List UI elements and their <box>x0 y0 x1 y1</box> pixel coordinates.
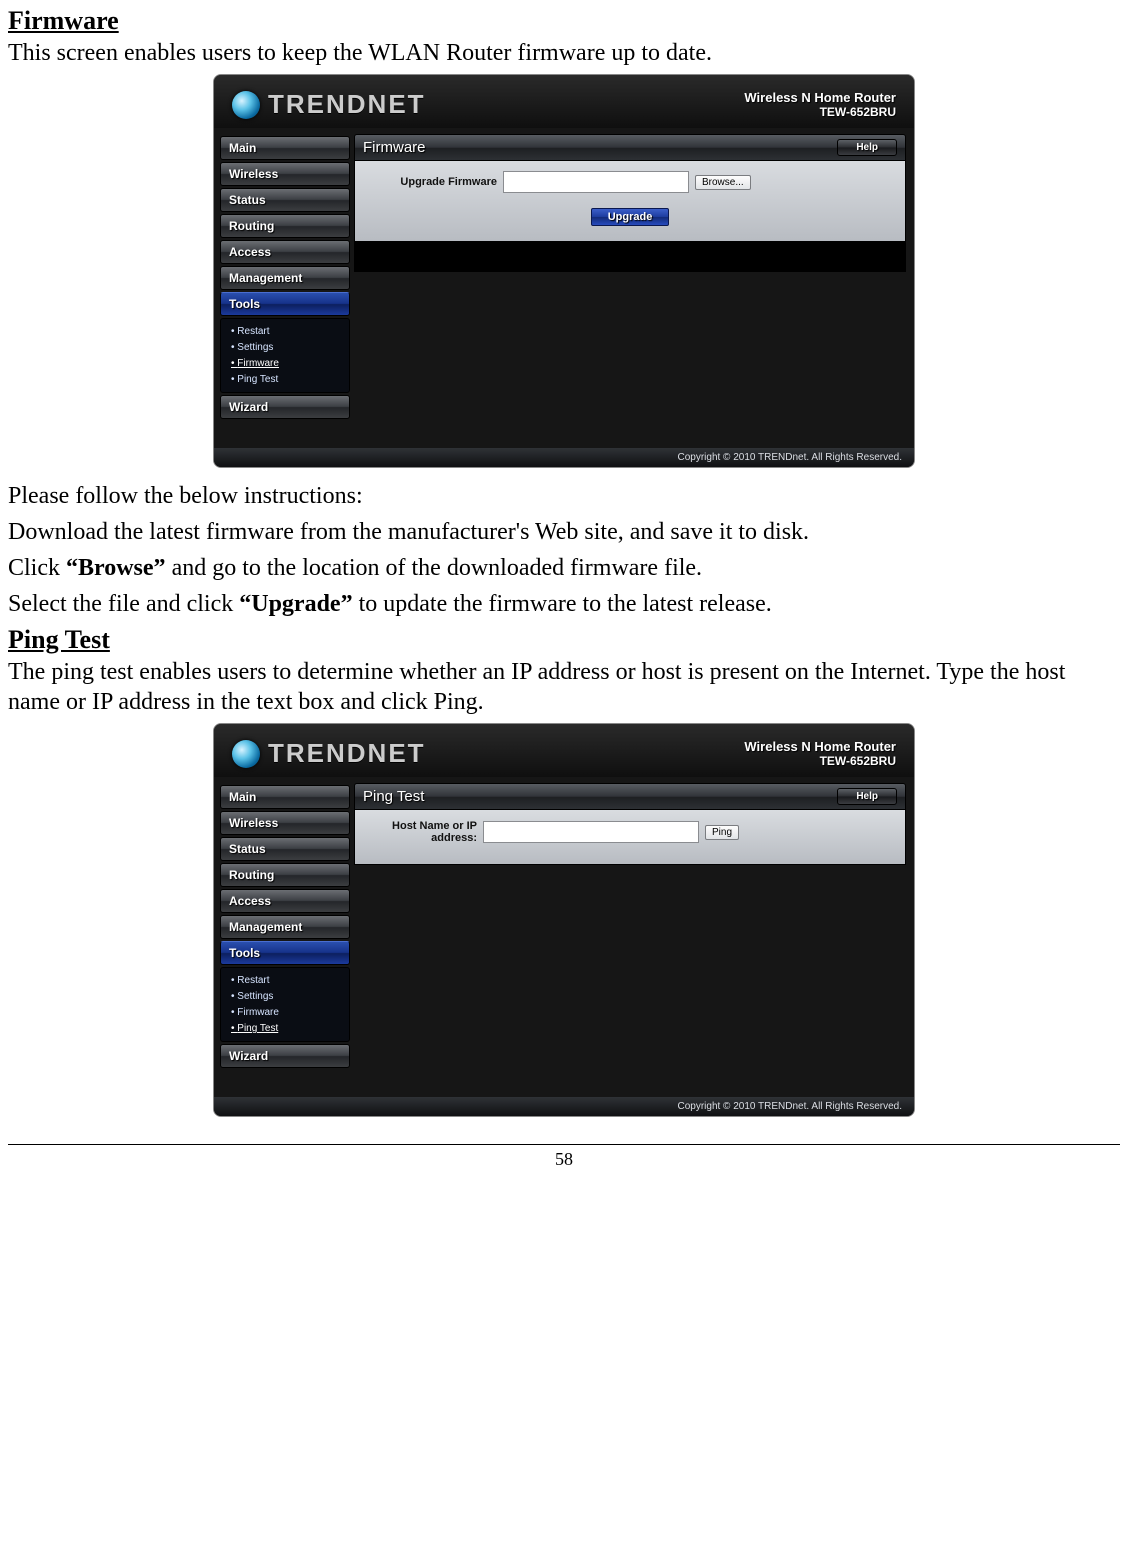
browse-button[interactable]: Browse... <box>695 175 751 190</box>
router-ui-firmware: TRENDNET Wireless N Home Router TEW-652B… <box>213 74 915 468</box>
nav-column: Main Wireless Status Routing Access Mana… <box>214 128 350 448</box>
step-select-bold: “Upgrade” <box>239 591 352 617</box>
nav-routing-2[interactable]: Routing <box>220 863 350 887</box>
ping-heading: Ping Test <box>8 625 1120 655</box>
brand-text: TRENDNET <box>268 89 426 120</box>
nav-wireless-2[interactable]: Wireless <box>220 811 350 835</box>
nav-main[interactable]: Main <box>220 136 350 160</box>
ping-host-label: Host Name or IP address: <box>367 820 477 844</box>
step-select: Select the file and click “Upgrade” to u… <box>8 589 1120 619</box>
firmware-heading: Firmware <box>8 6 1120 36</box>
firmware-panel-body: Upgrade Firmware Browse... Upgrade <box>354 161 906 242</box>
step-download: Download the latest firmware from the ma… <box>8 517 1120 547</box>
sub-settings[interactable]: Settings <box>221 340 349 355</box>
instructions-lead: Please follow the below instructions: <box>8 481 1120 511</box>
brand-text-2: TRENDNET <box>268 738 426 769</box>
sub-settings-2[interactable]: Settings <box>221 989 349 1004</box>
step-click-prefix: Click <box>8 555 66 581</box>
ping-screenshot: TRENDNET Wireless N Home Router TEW-652B… <box>8 723 1120 1124</box>
router-header: TRENDNET Wireless N Home Router TEW-652B… <box>214 75 914 128</box>
ping-host-row: Host Name or IP address: Ping <box>367 820 893 844</box>
tools-submenu: Restart Settings Firmware Ping Test <box>220 318 350 393</box>
ping-intro-text: The ping test enables users to determine… <box>8 657 1120 717</box>
panel-spacer <box>354 242 906 272</box>
step-select-prefix: Select the file and click <box>8 591 239 617</box>
sub-ping-test-2[interactable]: Ping Test <box>221 1021 349 1036</box>
nav-wizard-2[interactable]: Wizard <box>220 1044 350 1068</box>
product-title: Wireless N Home Router <box>744 90 896 105</box>
firmware-intro-text: This screen enables users to keep the WL… <box>8 38 1120 68</box>
sub-restart[interactable]: Restart <box>221 324 349 339</box>
upgrade-firmware-label: Upgrade Firmware <box>367 176 497 188</box>
router-footer-2: Copyright © 2010 TRENDnet. All Rights Re… <box>214 1097 914 1116</box>
help-button-2[interactable]: Help <box>837 788 897 805</box>
brand-logo-2: TRENDNET <box>232 738 426 769</box>
page-number: 58 <box>8 1149 1120 1170</box>
brand-logo: TRENDNET <box>232 89 426 120</box>
router-header-2: TRENDNET Wireless N Home Router TEW-652B… <box>214 724 914 777</box>
sub-ping-test[interactable]: Ping Test <box>221 372 349 387</box>
nav-wizard[interactable]: Wizard <box>220 395 350 419</box>
sub-firmware-2[interactable]: Firmware <box>221 1005 349 1020</box>
firmware-file-input[interactable] <box>503 171 689 193</box>
nav-main-2[interactable]: Main <box>220 785 350 809</box>
step-click-bold: “Browse” <box>66 555 166 581</box>
brand-orb-icon-2 <box>232 740 260 768</box>
nav-wireless[interactable]: Wireless <box>220 162 350 186</box>
router-footer: Copyright © 2010 TRENDnet. All Rights Re… <box>214 448 914 467</box>
nav-status[interactable]: Status <box>220 188 350 212</box>
nav-column-2: Main Wireless Status Routing Access Mana… <box>214 777 350 1097</box>
upgrade-row: Upgrade <box>367 199 893 227</box>
brand-orb-icon <box>232 91 260 119</box>
router-body-2: Main Wireless Status Routing Access Mana… <box>214 777 914 1097</box>
page-rule <box>8 1144 1120 1145</box>
content-column: Firmware Help Upgrade Firmware Browse...… <box>350 128 914 448</box>
step-select-suffix: to update the firmware to the latest rel… <box>353 591 772 617</box>
product-info-2: Wireless N Home Router TEW-652BRU <box>744 739 896 768</box>
upgrade-firmware-row: Upgrade Firmware Browse... <box>367 171 893 193</box>
sub-firmware[interactable]: Firmware <box>221 356 349 371</box>
step-click-suffix: and go to the location of the downloaded… <box>166 555 703 581</box>
tools-submenu-2: Restart Settings Firmware Ping Test <box>220 967 350 1042</box>
nav-routing[interactable]: Routing <box>220 214 350 238</box>
nav-tools[interactable]: Tools <box>220 292 350 316</box>
upgrade-button[interactable]: Upgrade <box>591 208 670 226</box>
panel-title-2: Ping Test <box>363 788 424 805</box>
step-click: Click “Browse” and go to the location of… <box>8 553 1120 583</box>
panel-title-bar: Firmware Help <box>354 134 906 161</box>
help-button[interactable]: Help <box>837 139 897 156</box>
nav-access[interactable]: Access <box>220 240 350 264</box>
content-column-2: Ping Test Help Host Name or IP address: … <box>350 777 914 1097</box>
product-model: TEW-652BRU <box>744 105 896 119</box>
ping-panel-body: Host Name or IP address: Ping <box>354 810 906 865</box>
nav-access-2[interactable]: Access <box>220 889 350 913</box>
router-body: Main Wireless Status Routing Access Mana… <box>214 128 914 448</box>
panel-title: Firmware <box>363 139 426 156</box>
nav-management[interactable]: Management <box>220 266 350 290</box>
product-model-2: TEW-652BRU <box>744 754 896 768</box>
nav-status-2[interactable]: Status <box>220 837 350 861</box>
firmware-screenshot: TRENDNET Wireless N Home Router TEW-652B… <box>8 74 1120 475</box>
ping-button[interactable]: Ping <box>705 825 739 840</box>
ping-host-input[interactable] <box>483 821 699 843</box>
nav-management-2[interactable]: Management <box>220 915 350 939</box>
nav-tools-2[interactable]: Tools <box>220 941 350 965</box>
sub-restart-2[interactable]: Restart <box>221 973 349 988</box>
product-title-2: Wireless N Home Router <box>744 739 896 754</box>
panel-title-bar-2: Ping Test Help <box>354 783 906 810</box>
router-ui-ping: TRENDNET Wireless N Home Router TEW-652B… <box>213 723 915 1117</box>
product-info: Wireless N Home Router TEW-652BRU <box>744 90 896 119</box>
